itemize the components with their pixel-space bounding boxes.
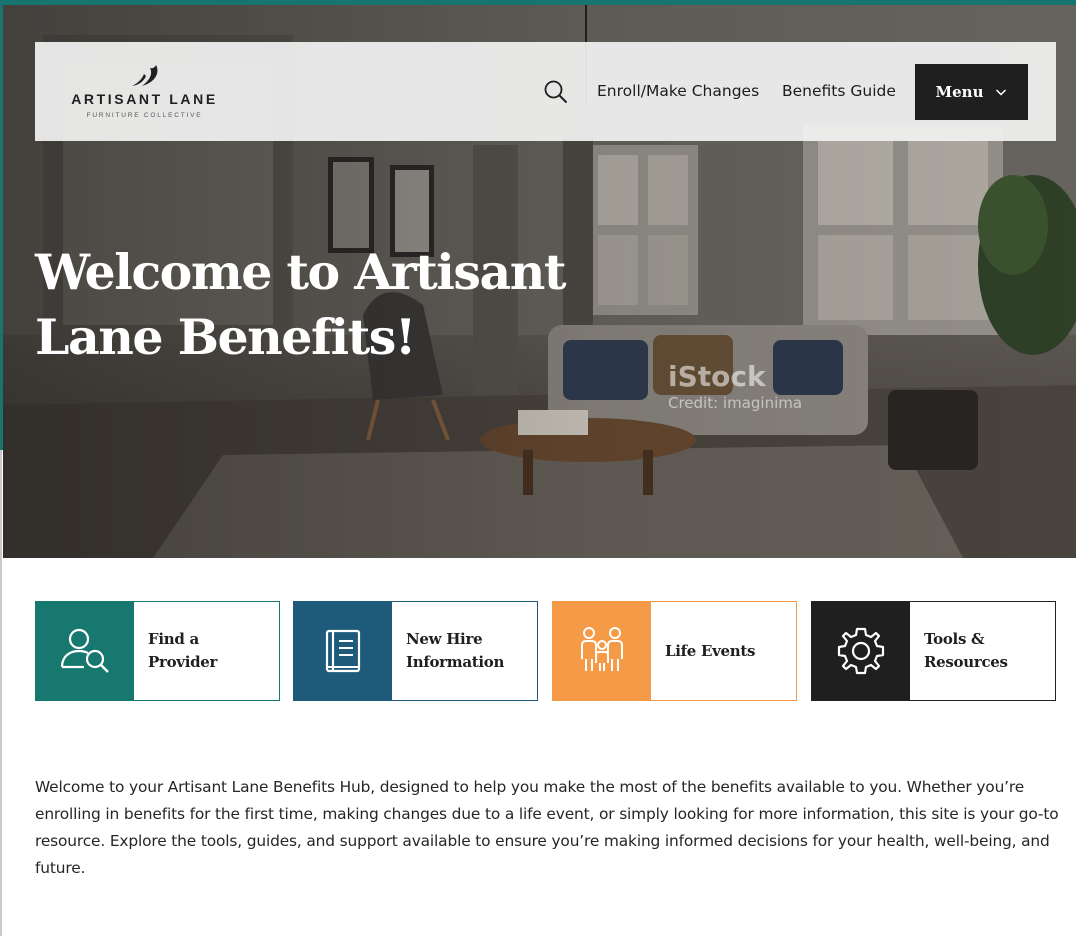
- tile-label-line2: Provider: [148, 653, 218, 671]
- page-frame-left-grey: [0, 450, 2, 936]
- gear-icon: [837, 627, 885, 675]
- watermark-credit: Credit: imaginima: [668, 394, 803, 412]
- artisant-lane-logo[interactable]: ARTISANT LANE FURNITURE COLLECTIVE: [62, 64, 232, 124]
- brand-name: ARTISANT LANE: [71, 91, 218, 107]
- tile-label: Tools & Resources: [910, 602, 1008, 700]
- tile-label-line2: Resources: [924, 653, 1008, 671]
- crescent-logo-icon: [132, 65, 158, 86]
- menu-button-label: Menu: [935, 83, 984, 101]
- tile-new-hire-information[interactable]: New Hire Information: [293, 601, 538, 701]
- menu-button[interactable]: Menu: [915, 64, 1028, 120]
- search-button[interactable]: [543, 79, 569, 105]
- nav-benefits-guide[interactable]: Benefits Guide: [782, 82, 896, 100]
- tile-tools-resources[interactable]: Tools & Resources: [811, 601, 1056, 701]
- tile-icon-box: [553, 602, 651, 700]
- tile-label-line1: New Hire: [406, 630, 483, 648]
- tile-label-line2: Information: [406, 653, 505, 671]
- brand-tagline: FURNITURE COLLECTIVE: [86, 112, 203, 119]
- book-icon: [325, 629, 361, 673]
- watermark-logo: iStock: [668, 360, 766, 393]
- tile-label-line1: Tools &: [924, 630, 985, 648]
- family-icon: [581, 627, 623, 671]
- search-icon: [544, 80, 568, 104]
- person-search-icon: [60, 628, 109, 673]
- tile-find-a-provider[interactable]: Find a Provider: [35, 601, 280, 701]
- tile-label-line1: Life Events: [665, 641, 756, 660]
- tile-label: Find a Provider: [134, 602, 217, 700]
- nav-enroll-make-changes[interactable]: Enroll/Make Changes: [597, 82, 759, 100]
- tile-icon-box: [36, 602, 134, 700]
- site-header: ARTISANT LANE FURNITURE COLLECTIVE Enrol…: [35, 42, 1056, 141]
- tile-label: New Hire Information: [392, 602, 504, 700]
- istock-watermark: iStock Credit: imaginima: [668, 360, 802, 412]
- hero-title: Welcome to Artisant Lane Benefits!: [35, 243, 566, 366]
- tile-icon-box: [294, 602, 392, 700]
- tile-icon-box: [812, 602, 910, 700]
- intro-paragraph: Welcome to your Artisant Lane Benefits H…: [35, 778, 1059, 877]
- chevron-down-icon: [996, 89, 1007, 96]
- tile-label-line1: Find a: [148, 630, 199, 648]
- tile-life-events[interactable]: Life Events: [552, 601, 797, 701]
- tile-label: Life Events: [651, 602, 755, 700]
